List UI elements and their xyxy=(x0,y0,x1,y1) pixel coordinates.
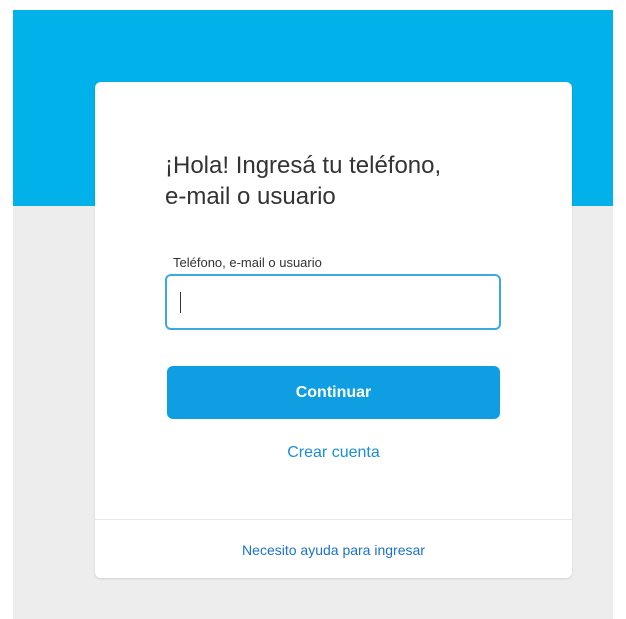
card-divider xyxy=(95,519,572,520)
login-field-label: Teléfono, e-mail o usuario xyxy=(173,255,322,270)
page-background: ¡Hola! Ingresá tu teléfono, e-mail o usu… xyxy=(13,10,613,619)
login-input-container[interactable] xyxy=(165,274,501,330)
continue-button[interactable]: Continuar xyxy=(167,366,500,419)
login-help-link[interactable]: Necesito ayuda para ingresar xyxy=(95,542,572,558)
title-line-1: ¡Hola! Ingresá tu teléfono, xyxy=(165,152,442,179)
page-title: ¡Hola! Ingresá tu teléfono, e-mail o usu… xyxy=(165,150,525,212)
login-card: ¡Hola! Ingresá tu teléfono, e-mail o usu… xyxy=(95,82,572,578)
create-account-link[interactable]: Crear cuenta xyxy=(167,444,500,462)
text-cursor xyxy=(180,292,181,313)
title-line-2: e-mail o usuario xyxy=(165,183,336,210)
login-input[interactable] xyxy=(167,276,499,328)
